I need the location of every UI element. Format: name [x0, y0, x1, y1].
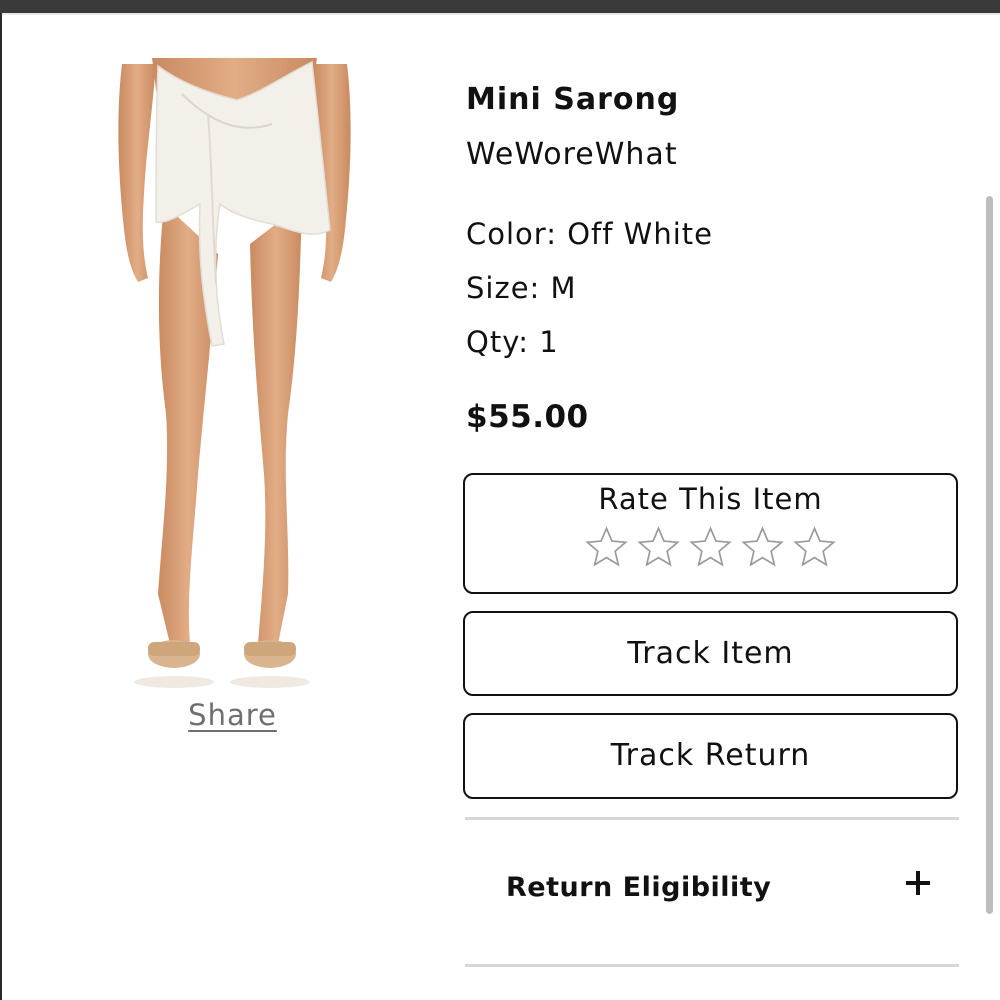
section-divider-bottom: [465, 964, 959, 967]
track-item-button[interactable]: Track Item: [463, 611, 958, 696]
product-price: $55.00: [466, 399, 589, 435]
vertical-scrollbar[interactable]: [986, 196, 993, 914]
product-photo-illustration: [118, 58, 351, 688]
star-outline-icon[interactable]: [792, 525, 837, 570]
star-outline-icon[interactable]: [740, 525, 785, 570]
rate-item-label: Rate This Item: [598, 482, 823, 516]
product-quantity: Qty: 1: [466, 325, 559, 359]
product-title: Mini Sarong: [466, 82, 680, 117]
track-item-label: Track Item: [627, 636, 794, 671]
section-divider-top: [465, 817, 959, 820]
product-size: Size: M: [466, 271, 577, 305]
track-return-button[interactable]: Track Return: [463, 713, 958, 799]
return-eligibility-label: Return Eligibility: [506, 872, 772, 903]
star-outline-icon[interactable]: [584, 525, 629, 570]
product-image[interactable]: [112, 54, 357, 696]
window-left-edge: [0, 13, 2, 1000]
product-brand: WeWoreWhat: [466, 137, 678, 172]
return-eligibility-toggle[interactable]: Return Eligibility: [465, 840, 959, 944]
star-outline-icon[interactable]: [688, 525, 733, 570]
window-top-bar: [0, 0, 1000, 13]
top-bar-shadow: [0, 13, 1000, 15]
rating-stars: [465, 525, 956, 570]
track-return-label: Track Return: [610, 738, 811, 773]
plus-icon: [906, 871, 930, 895]
star-outline-icon[interactable]: [636, 525, 681, 570]
share-link[interactable]: Share: [150, 698, 315, 732]
product-color: Color: Off White: [466, 217, 713, 251]
rate-item-box: Rate This Item: [463, 473, 958, 594]
